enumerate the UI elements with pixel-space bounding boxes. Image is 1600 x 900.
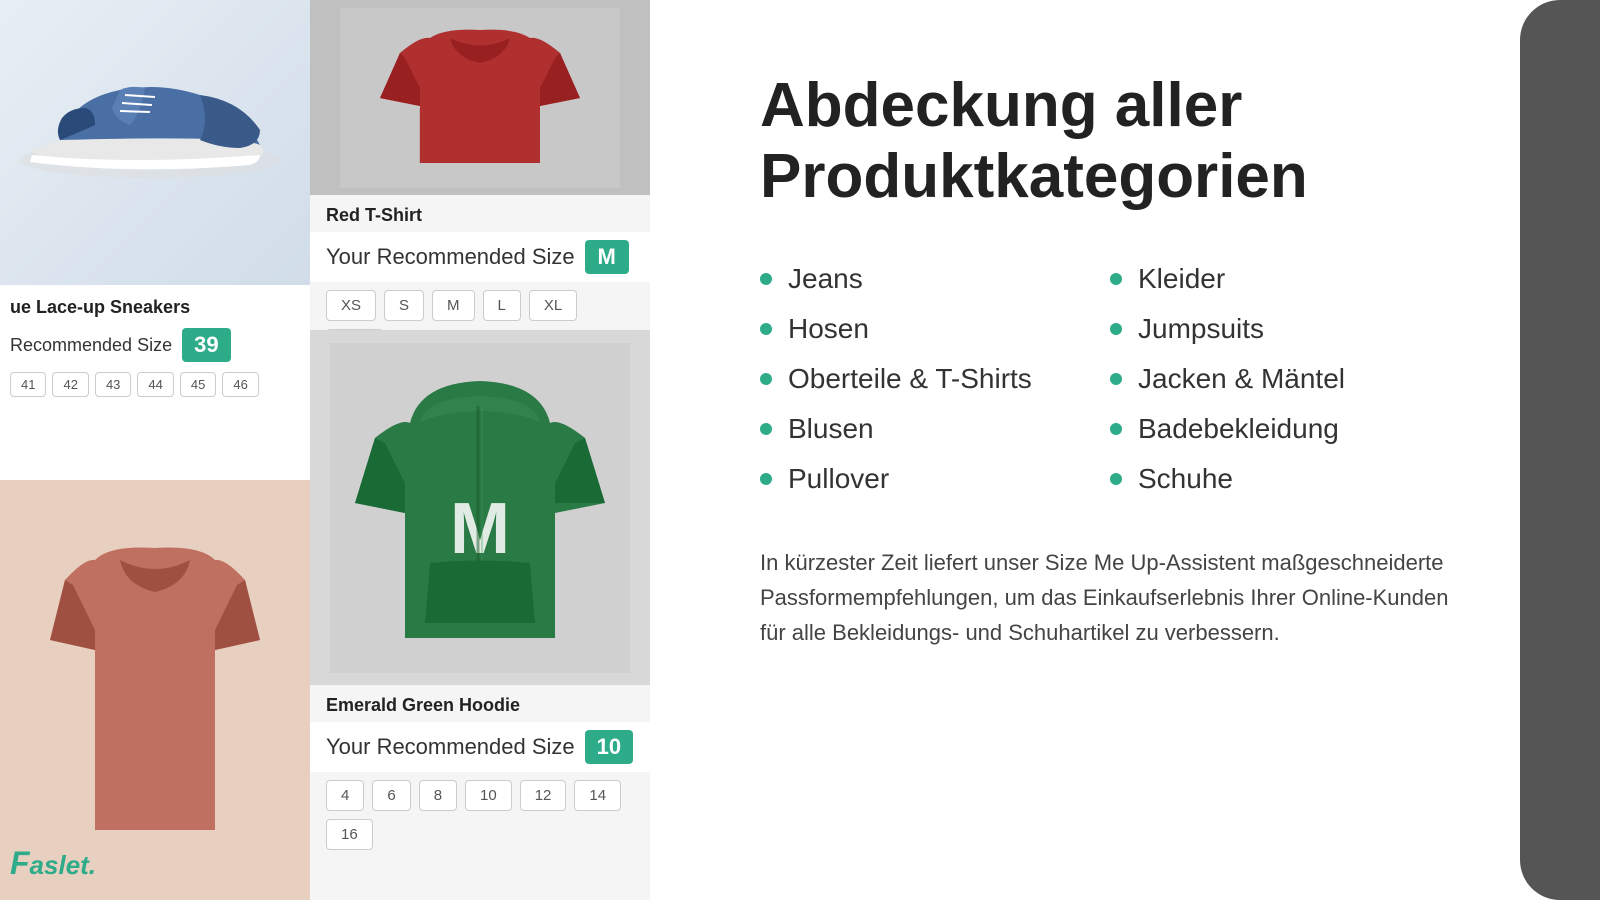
bullet-icon — [1110, 273, 1122, 285]
hoodie-size-6[interactable]: 6 — [372, 780, 410, 811]
brown-tshirt-icon — [35, 530, 275, 850]
sneaker-size-46[interactable]: 46 — [222, 372, 258, 397]
hoodie-size-12[interactable]: 12 — [520, 780, 567, 811]
bullet-icon — [1110, 473, 1122, 485]
bullet-icon — [1110, 373, 1122, 385]
right-panel: Abdeckung aller Produktkategorien Jeans … — [680, 0, 1540, 900]
categories-col-right: Kleider Jumpsuits Jacken & Mäntel Badebe… — [1110, 263, 1460, 495]
red-tshirt-card: Red T-Shirt Your Recommended Size M XS S… — [310, 0, 650, 330]
red-tshirt-size-badge: M — [585, 240, 629, 274]
sneaker-size-42[interactable]: 42 — [52, 372, 88, 397]
size-xl[interactable]: XL — [529, 290, 577, 321]
hoodie-size-4[interactable]: 4 — [326, 780, 364, 811]
list-item: Pullover — [760, 463, 1110, 495]
list-item: Blusen — [760, 413, 1110, 445]
categories-grid: Jeans Hosen Oberteile & T-Shirts Blusen … — [760, 263, 1460, 495]
sneaker-recommended-badge: Recommended Size 39 — [0, 322, 310, 368]
bullet-icon — [760, 423, 772, 435]
red-tshirt-recommended-badge: Your Recommended Size M — [310, 232, 650, 282]
sneaker-title: ue Lace-up Sneakers — [0, 293, 310, 322]
sneaker-size-45[interactable]: 45 — [180, 372, 216, 397]
hoodie-size-16[interactable]: 16 — [326, 819, 373, 850]
category-pullover: Pullover — [788, 463, 889, 495]
list-item: Schuhe — [1110, 463, 1460, 495]
bullet-icon — [760, 273, 772, 285]
category-schuhe: Schuhe — [1138, 463, 1233, 495]
category-blusen: Blusen — [788, 413, 874, 445]
list-item: Badebekleidung — [1110, 413, 1460, 445]
sneaker-icon — [0, 0, 300, 200]
hoodie-recommended-badge: Your Recommended Size 10 — [310, 722, 650, 772]
bullet-icon — [760, 373, 772, 385]
faslet-logo: F aslet. — [10, 845, 96, 882]
size-m[interactable]: M — [432, 290, 475, 321]
category-jeans: Jeans — [788, 263, 863, 295]
size-s[interactable]: S — [384, 290, 424, 321]
sneaker-size-badge: 39 — [182, 328, 230, 362]
faslet-f-letter: F — [10, 845, 30, 882]
sneaker-size-43[interactable]: 43 — [95, 372, 131, 397]
bullet-icon — [760, 323, 772, 335]
category-jumpsuits: Jumpsuits — [1138, 313, 1264, 345]
list-item: Kleider — [1110, 263, 1460, 295]
hoodie-size-8[interactable]: 8 — [419, 780, 457, 811]
sneaker-image-area — [0, 0, 310, 300]
list-item: Oberteile & T-Shirts — [760, 363, 1110, 395]
svg-text:M: M — [450, 489, 510, 569]
list-item: Hosen — [760, 313, 1110, 345]
sneaker-label-area: ue Lace-up Sneakers Recommended Size 39 … — [0, 285, 310, 401]
hoodie-title: Emerald Green Hoodie — [310, 685, 650, 722]
hoodie-size-14[interactable]: 14 — [574, 780, 621, 811]
bullet-icon — [1110, 323, 1122, 335]
red-tshirt-size-options: XS S M L XL XXL — [310, 282, 650, 330]
left-panel: Red T-Shirt Your Recommended Size M XS S… — [0, 0, 680, 900]
list-item: Jeans — [760, 263, 1110, 295]
bullet-icon — [1110, 423, 1122, 435]
category-kleider: Kleider — [1138, 263, 1225, 295]
main-heading: Abdeckung aller Produktkategorien — [760, 70, 1460, 213]
heading-line1: Abdeckung aller — [760, 71, 1242, 140]
sneaker-size-44[interactable]: 44 — [137, 372, 173, 397]
hoodie-icon: M — [330, 343, 630, 673]
dark-side-panel — [1520, 0, 1600, 900]
hoodie-size-10[interactable]: 10 — [465, 780, 512, 811]
bullet-icon — [760, 473, 772, 485]
brown-tshirt-area — [0, 480, 310, 900]
heading-line2: Produktkategorien — [760, 142, 1308, 211]
red-tshirt-title: Red T-Shirt — [310, 195, 650, 232]
size-l[interactable]: L — [483, 290, 521, 321]
faslet-rest: aslet. — [30, 850, 97, 881]
list-item: Jacken & Mäntel — [1110, 363, 1460, 395]
category-badebekleidung: Badebekleidung — [1138, 413, 1339, 445]
hoodie-image: M — [310, 330, 650, 685]
hoodie-size-options: 4 6 8 10 12 14 16 — [310, 772, 650, 858]
hoodie-size-badge: 10 — [585, 730, 633, 764]
hoodie-card: M Emerald Green Hoodie Your Recommended … — [310, 330, 650, 900]
red-tshirt-image — [310, 0, 650, 195]
category-hosen: Hosen — [788, 313, 869, 345]
categories-col-left: Jeans Hosen Oberteile & T-Shirts Blusen … — [760, 263, 1110, 495]
sneaker-recommended-label: Recommended Size — [10, 335, 172, 356]
red-tshirt-icon — [340, 8, 620, 188]
description-text: In kürzester Zeit liefert unser Size Me … — [760, 545, 1460, 651]
category-jacken: Jacken & Mäntel — [1138, 363, 1345, 395]
category-oberteile: Oberteile & T-Shirts — [788, 363, 1032, 395]
sneaker-size-41[interactable]: 41 — [10, 372, 46, 397]
hoodie-recommended-label: Your Recommended Size — [326, 734, 575, 760]
size-xs[interactable]: XS — [326, 290, 376, 321]
sneaker-size-options: 41 42 43 44 45 46 — [0, 368, 310, 401]
list-item: Jumpsuits — [1110, 313, 1460, 345]
red-tshirt-recommended-label: Your Recommended Size — [326, 244, 575, 270]
